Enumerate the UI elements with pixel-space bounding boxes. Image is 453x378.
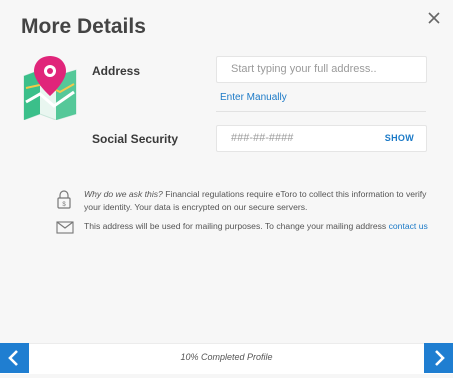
contact-us-link[interactable]: contact us: [389, 221, 428, 231]
next-button[interactable]: [424, 343, 453, 373]
why-text: Why do we ask this? Financial regulation…: [84, 188, 434, 214]
divider: [216, 111, 426, 112]
close-icon: [428, 12, 440, 24]
ssn-placeholder: ###-##-####: [231, 132, 294, 144]
chevron-right-icon: [435, 350, 445, 366]
chevron-left-icon: [8, 350, 18, 366]
envelope-icon: [56, 221, 74, 234]
dialog-title: More Details: [21, 15, 146, 38]
show-ssn-button[interactable]: SHOW: [385, 126, 414, 151]
mail-info: This address will be used for mailing pu…: [56, 220, 436, 236]
address-label: Address: [92, 64, 141, 78]
more-details-dialog: More Details Address Start typing your f…: [0, 0, 453, 373]
ssn-input[interactable]: ###-##-#### SHOW: [216, 125, 427, 152]
why-info: $ Why do we ask this? Financial regulati…: [56, 188, 436, 218]
progress-text: 10% Completed Profile: [180, 352, 273, 362]
address-input[interactable]: Start typing your full address..: [216, 56, 427, 83]
lock-icon: $: [57, 190, 71, 209]
mail-text: This address will be used for mailing pu…: [84, 220, 434, 233]
previous-button[interactable]: [0, 343, 29, 373]
close-button[interactable]: [425, 9, 443, 27]
address-placeholder: Start typing your full address..: [231, 63, 377, 75]
why-question: Why do we ask this?: [84, 189, 163, 199]
ssn-label: Social Security: [92, 132, 179, 146]
map-pin-icon: [20, 54, 80, 121]
mail-explanation: This address will be used for mailing pu…: [84, 221, 389, 231]
svg-text:$: $: [62, 202, 66, 208]
enter-manually-link[interactable]: Enter Manually: [220, 92, 287, 103]
